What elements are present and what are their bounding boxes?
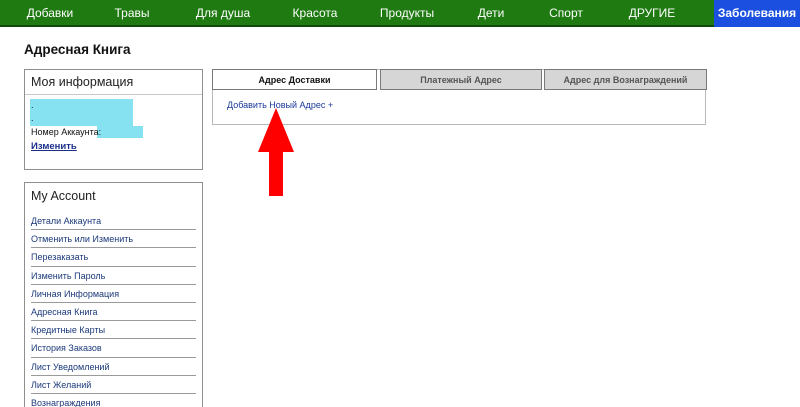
account-menu-item[interactable]: Изменить Пароль <box>31 267 196 285</box>
nav-item-herbs[interactable]: Травы <box>104 0 160 27</box>
up-arrow-icon <box>258 108 294 196</box>
my-account-title: My Account <box>31 189 96 203</box>
account-menu-item[interactable]: Кредитные Карты <box>31 321 196 340</box>
nav-item-other[interactable]: ДРУГИЕ <box>620 0 684 27</box>
nav-item-beauty[interactable]: Красота <box>285 0 345 27</box>
page-title: Адресная Книга <box>24 42 131 57</box>
account-menu-item[interactable]: Лист Уведомлений <box>31 358 196 376</box>
account-menu-item[interactable]: История Заказов <box>31 339 196 358</box>
nav-item-grocery[interactable]: Продукты <box>374 0 440 27</box>
info-line-name: . <box>31 100 34 110</box>
account-menu: Детали Аккаунта Отменить или Изменить Пе… <box>25 212 202 407</box>
my-account-box: My Account Детали Аккаунта Отменить или … <box>24 182 203 407</box>
redacted-name-area <box>30 99 133 126</box>
account-menu-item[interactable]: Отменить или Изменить <box>31 230 196 249</box>
tab-billing-address[interactable]: Платежный Адрес <box>380 69 542 90</box>
account-number-label: Номер Аккаунта: <box>31 127 102 137</box>
account-menu-item[interactable]: Вознаграждения <box>31 394 196 407</box>
info-line-address: . <box>31 113 34 123</box>
nav-item-bath[interactable]: Для душа <box>190 0 256 27</box>
nav-item-kids[interactable]: Дети <box>470 0 512 27</box>
edit-info-link[interactable]: Изменить <box>31 141 77 152</box>
nav-item-sports[interactable]: Спорт <box>542 0 590 27</box>
account-menu-item[interactable]: Детали Аккаунта <box>31 212 196 231</box>
account-menu-item[interactable]: Перезаказать <box>31 248 196 267</box>
my-information-box: Моя информация . . Номер Аккаунта: Измен… <box>24 69 203 170</box>
top-navigation: Добавки Травы Для душа Красота Продукты … <box>0 0 800 27</box>
tab-rewards-address[interactable]: Адрес для Вознаграждений <box>544 69 707 90</box>
account-menu-item[interactable]: Лист Желаний <box>31 376 196 394</box>
account-menu-item-address-book[interactable]: Адресная Книга <box>31 303 196 322</box>
tab-shipping-address[interactable]: Адрес Доставки <box>212 69 377 90</box>
redacted-account-number <box>97 126 143 138</box>
account-menu-item[interactable]: Личная Информация <box>31 285 196 303</box>
my-information-title: Моя информация <box>25 70 202 95</box>
nav-item-conditions[interactable]: Заболевания <box>714 0 800 27</box>
nav-item-supplements[interactable]: Добавки <box>18 0 82 27</box>
